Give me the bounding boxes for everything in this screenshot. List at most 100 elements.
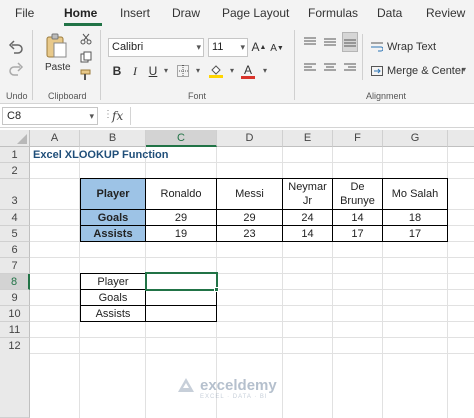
column-header-a[interactable]: A bbox=[30, 130, 80, 147]
player-name-cell[interactable]: De Brunye bbox=[332, 178, 383, 210]
player-name-cell[interactable]: Ronaldo bbox=[145, 178, 217, 210]
font-color-icon[interactable]: A bbox=[240, 62, 256, 80]
column-header-f[interactable]: F bbox=[333, 130, 383, 147]
cut-icon[interactable] bbox=[78, 32, 94, 46]
chevron-down-icon[interactable]: ▾ bbox=[258, 63, 272, 79]
align-top-icon[interactable] bbox=[302, 34, 318, 50]
selected-cell-outline[interactable] bbox=[145, 272, 218, 291]
row-header-3[interactable]: 3 bbox=[0, 179, 30, 210]
align-middle-icon[interactable] bbox=[322, 34, 338, 50]
group-divider bbox=[362, 34, 363, 80]
column-header-c[interactable]: C bbox=[146, 130, 217, 147]
format-painter-icon[interactable] bbox=[78, 68, 94, 82]
tab-data[interactable]: Data bbox=[377, 6, 402, 20]
decrease-font-size-icon[interactable]: A ▼ bbox=[270, 40, 284, 56]
align-bottom-icon[interactable] bbox=[342, 32, 358, 52]
group-label-undo: Undo bbox=[6, 91, 28, 101]
borders-icon[interactable] bbox=[176, 64, 190, 78]
chevron-down-icon[interactable]: ▾ bbox=[462, 65, 466, 74]
exceldemy-watermark: exceldemy EXCEL · DATA · BI bbox=[176, 376, 277, 400]
wrap-text-icon[interactable] bbox=[370, 40, 384, 54]
align-center-icon[interactable] bbox=[322, 60, 338, 76]
row-label-assists[interactable]: Assists bbox=[80, 225, 146, 242]
chevron-down-icon: ▾ bbox=[240, 42, 245, 52]
table-cell[interactable]: 14 bbox=[282, 225, 333, 242]
tab-draw[interactable]: Draw bbox=[172, 6, 200, 20]
lookup-label-player[interactable]: Player bbox=[80, 273, 146, 290]
bold-button[interactable]: B bbox=[110, 63, 124, 79]
formula-input[interactable] bbox=[130, 107, 472, 125]
row-header-9[interactable]: 9 bbox=[0, 290, 30, 306]
font-color-bar bbox=[241, 75, 255, 79]
row-header-11[interactable]: 11 bbox=[0, 322, 30, 338]
tab-review[interactable]: Review bbox=[426, 6, 465, 20]
column-header-e[interactable]: E bbox=[283, 130, 333, 147]
row-header-12[interactable]: 12 bbox=[0, 338, 30, 418]
chevron-down-icon[interactable]: ▾ bbox=[225, 63, 239, 79]
row-header-7[interactable]: 7 bbox=[0, 258, 30, 274]
formula-bar: C8 ▾ ⋮ fx bbox=[0, 104, 474, 128]
increase-font-size-icon[interactable]: A ▲ bbox=[252, 39, 267, 55]
gridline bbox=[30, 162, 474, 163]
font-name-dropdown[interactable]: Calibri ▾ bbox=[108, 38, 204, 57]
align-left-icon[interactable] bbox=[302, 60, 318, 76]
lookup-result-assists[interactable] bbox=[145, 305, 217, 322]
table-cell[interactable]: 19 bbox=[145, 225, 217, 242]
column-header-g[interactable]: G bbox=[383, 130, 448, 147]
tab-insert[interactable]: Insert bbox=[120, 6, 150, 20]
group-divider bbox=[100, 30, 101, 100]
merge-center-button[interactable]: Merge & Center bbox=[387, 65, 465, 77]
tab-file[interactable]: File bbox=[15, 6, 34, 20]
underline-button[interactable]: U bbox=[146, 63, 160, 79]
insert-function-icon[interactable]: fx bbox=[112, 109, 123, 123]
paste-icon[interactable] bbox=[42, 32, 70, 60]
redo-icon[interactable] bbox=[6, 60, 26, 78]
table-cell[interactable]: 29 bbox=[145, 209, 217, 226]
table-header-player[interactable]: Player bbox=[80, 178, 146, 210]
row-header-1[interactable]: 1 bbox=[0, 147, 30, 163]
align-right-icon[interactable] bbox=[342, 60, 358, 76]
row-header-5[interactable]: 5 bbox=[0, 226, 30, 242]
chevron-down-icon[interactable]: ▾ bbox=[191, 63, 205, 79]
row-header-8[interactable]: 8 bbox=[0, 274, 30, 290]
tab-page-layout[interactable]: Page Layout bbox=[222, 6, 289, 20]
row-header-4[interactable]: 4 bbox=[0, 210, 30, 226]
name-box[interactable]: C8 ▾ bbox=[2, 107, 98, 125]
player-name-cell[interactable]: Neymar Jr bbox=[282, 178, 333, 210]
table-cell[interactable]: 17 bbox=[382, 225, 448, 242]
row-header-10[interactable]: 10 bbox=[0, 306, 30, 322]
table-cell[interactable]: 17 bbox=[332, 225, 383, 242]
column-header-b[interactable]: B bbox=[80, 130, 146, 147]
tab-home[interactable]: Home bbox=[64, 6, 97, 20]
gridline bbox=[30, 257, 474, 258]
tab-formulas[interactable]: Formulas bbox=[308, 6, 358, 20]
row-header-2[interactable]: 2 bbox=[0, 163, 30, 179]
merge-center-icon[interactable] bbox=[370, 64, 384, 78]
row-label-goals[interactable]: Goals bbox=[80, 209, 146, 226]
table-cell[interactable]: 29 bbox=[216, 209, 283, 226]
fill-color-icon[interactable] bbox=[208, 62, 224, 80]
player-name-cell[interactable]: Mo Salah bbox=[382, 178, 448, 210]
lookup-result-goals[interactable] bbox=[145, 289, 217, 306]
wrap-text-button[interactable]: Wrap Text bbox=[387, 41, 436, 53]
watermark-name: exceldemy bbox=[200, 376, 277, 394]
lookup-label-goals[interactable]: Goals bbox=[80, 289, 146, 306]
table-cell[interactable]: 14 bbox=[332, 209, 383, 226]
sheet-title[interactable]: Excel XLOOKUP Function bbox=[33, 149, 169, 161]
ribbon-tab-bar: File Home Insert Draw Page Layout Formul… bbox=[0, 0, 474, 26]
copy-icon[interactable] bbox=[78, 50, 94, 64]
chevron-down-icon[interactable]: ▾ bbox=[159, 63, 173, 79]
column-header-d[interactable]: D bbox=[217, 130, 283, 147]
undo-icon[interactable] bbox=[6, 38, 26, 56]
lookup-label-assists[interactable]: Assists bbox=[80, 305, 146, 322]
fill-handle[interactable] bbox=[214, 287, 219, 292]
row-header-6[interactable]: 6 bbox=[0, 242, 30, 258]
table-cell[interactable]: 18 bbox=[382, 209, 448, 226]
player-name-cell[interactable]: Messi bbox=[216, 178, 283, 210]
italic-button[interactable]: I bbox=[128, 63, 142, 79]
table-cell[interactable]: 23 bbox=[216, 225, 283, 242]
table-cell[interactable]: 24 bbox=[282, 209, 333, 226]
paste-label[interactable]: Paste bbox=[45, 62, 71, 73]
select-all-corner[interactable] bbox=[0, 130, 30, 147]
font-size-dropdown[interactable]: 11 ▾ bbox=[208, 38, 248, 57]
